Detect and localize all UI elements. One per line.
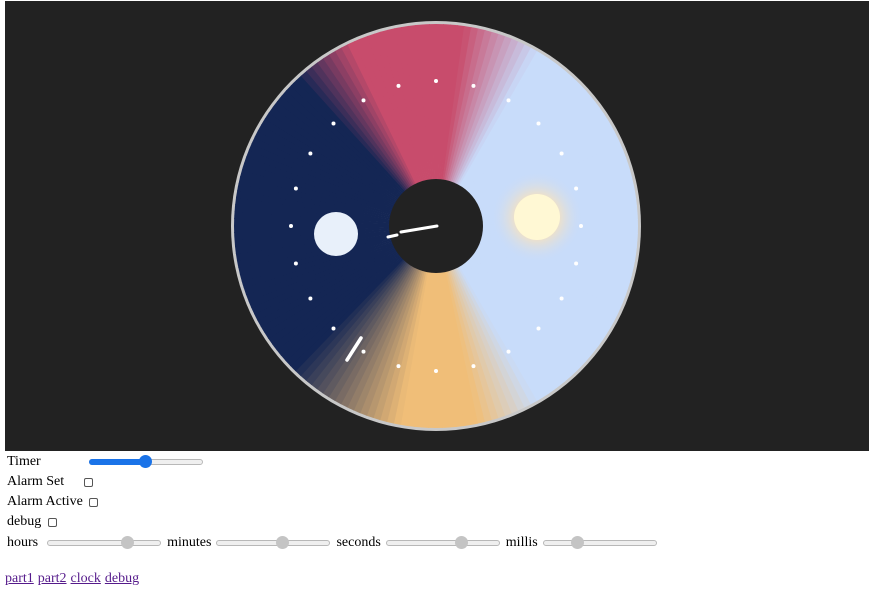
debug-row: debug	[7, 512, 58, 532]
hour-tick	[293, 261, 298, 266]
hours-slider[interactable]	[47, 536, 162, 549]
millis-label: millis	[505, 535, 538, 550]
seconds-label: seconds	[336, 535, 381, 550]
hour-tick	[331, 121, 336, 126]
link-clock[interactable]: clock	[71, 571, 101, 586]
timer-slider[interactable]	[88, 455, 203, 468]
hour-tick	[471, 364, 476, 369]
timer-row: Timer	[7, 452, 203, 472]
hour-tick	[506, 349, 511, 354]
link-part1[interactable]: part1	[5, 571, 34, 586]
hours-label: hours	[7, 535, 39, 550]
hour-tick	[574, 186, 579, 191]
moon-icon	[314, 212, 358, 256]
hour-tick	[396, 364, 401, 369]
hour-tick	[361, 98, 366, 103]
alarm-set-checkbox[interactable]	[84, 477, 94, 487]
hour-tick	[559, 296, 564, 301]
hour-tick	[308, 296, 313, 301]
timer-label: Timer	[7, 454, 41, 469]
sun-icon	[514, 194, 560, 240]
hour-tick	[471, 83, 476, 88]
hour-tick	[308, 151, 313, 156]
minutes-label: minutes	[167, 535, 212, 550]
hour-tick	[536, 121, 541, 126]
debug-label: debug	[7, 514, 42, 529]
alarm-set-row: Alarm Set	[7, 472, 94, 492]
hour-tick	[396, 83, 401, 88]
hour-tick	[559, 151, 564, 156]
alarm-set-label: Alarm Set	[7, 474, 65, 489]
nav-links: part1 part2 clock debug	[5, 571, 143, 587]
alarm-active-checkbox[interactable]	[88, 497, 98, 507]
hour-tick	[434, 79, 438, 83]
clock-canvas[interactable]	[5, 1, 869, 451]
seconds-slider[interactable]	[385, 536, 500, 549]
clock-face	[231, 21, 641, 431]
time-sliders-row: hours minutes seconds millis	[7, 533, 657, 553]
hour-hand	[386, 233, 399, 239]
hour-tick	[536, 326, 541, 331]
minutes-slider[interactable]	[216, 536, 331, 549]
alarm-active-row: Alarm Active	[7, 492, 98, 512]
millis-slider[interactable]	[542, 536, 657, 549]
hour-tick	[506, 98, 511, 103]
debug-checkbox[interactable]	[48, 517, 58, 527]
hour-tick	[361, 349, 366, 354]
link-debug[interactable]: debug	[105, 571, 139, 586]
link-part2[interactable]: part2	[38, 571, 67, 586]
hour-tick	[579, 224, 583, 228]
hour-tick	[331, 326, 336, 331]
alarm-active-label: Alarm Active	[7, 494, 83, 509]
hour-tick	[293, 186, 298, 191]
hour-tick	[574, 261, 579, 266]
hour-tick	[289, 224, 293, 228]
hour-tick	[434, 369, 438, 373]
